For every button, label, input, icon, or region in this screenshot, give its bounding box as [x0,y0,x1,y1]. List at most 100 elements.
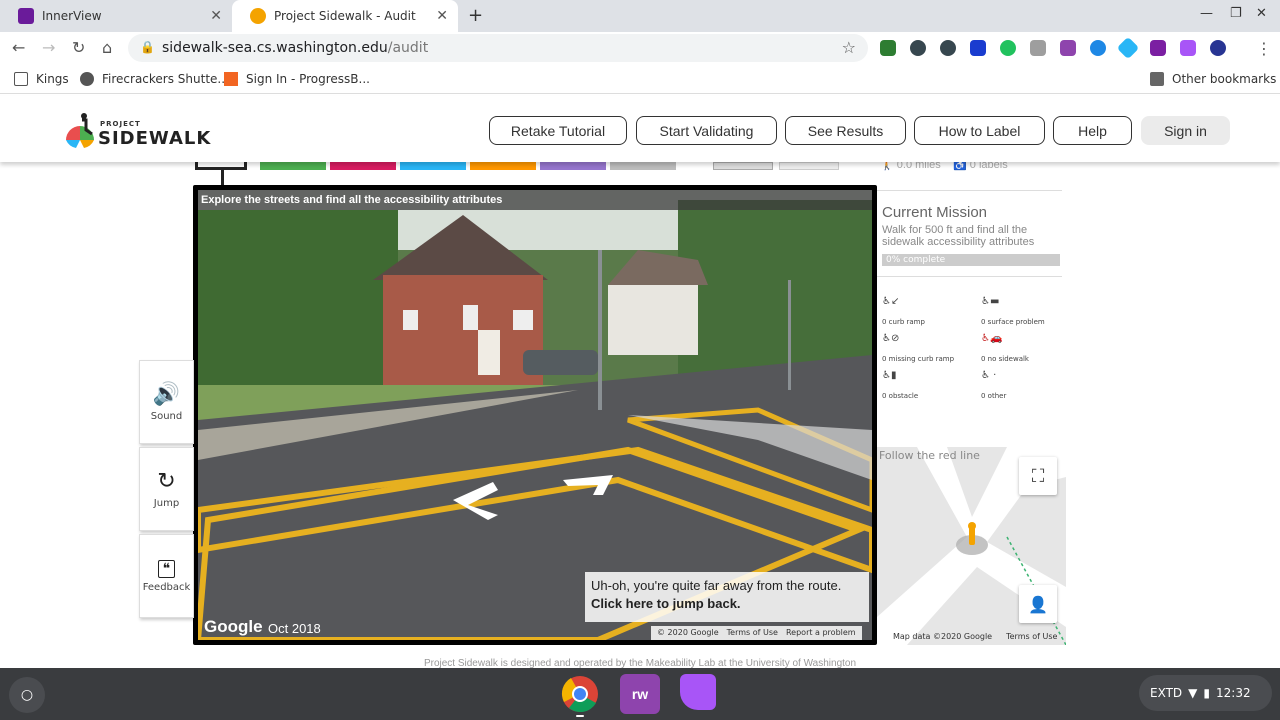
clock: 12:32 [1216,686,1251,700]
extension-icon[interactable] [1150,40,1166,56]
map-data-text: Map data ©2020 Google [893,632,993,641]
mission-title: Current Mission [882,204,988,221]
extension-icon[interactable] [1090,40,1106,56]
minimize-icon[interactable]: — [1200,6,1213,21]
feedback-icon: ❝ [157,559,176,578]
back-icon[interactable]: ← [12,38,25,57]
jump-back-link[interactable]: Click here to jump back. [591,596,863,611]
feedback-button[interactable]: ❝ Feedback [139,534,194,618]
readwrite-app-icon[interactable]: rw [620,674,660,714]
retake-tutorial-button[interactable]: Retake Tutorial [489,116,627,145]
new-tab-icon[interactable]: + [468,5,483,26]
pano-footer: © 2020 Google Terms of Use Report a prob… [651,626,862,640]
count-text: 0 curb ramp [882,318,925,326]
label-count-surface-problem: ♿▬ 0 surface problem [981,296,1045,326]
address-bar[interactable]: 🔒 sidewalk-sea.cs.washington.edu/audit ☆ [128,34,868,62]
pegman-icon[interactable]: 👤 [1019,585,1057,623]
system-tray[interactable]: EXTD ▼ ▮ 12:32 [1139,675,1272,711]
innerview-favicon-icon [18,8,34,24]
jump-button[interactable]: ↻ Jump [139,447,194,531]
count-text: 0 surface problem [981,318,1045,326]
minimap[interactable]: Follow the red line ⛶ 👤 Map data ©2020 G… [877,447,1066,645]
project-sidewalk-logo[interactable]: PROJECT SIDEWALK [62,110,222,150]
bookmark-other[interactable]: Other bookmarks [1150,72,1276,86]
count-text: 0 obstacle [882,392,919,400]
zoom-in-button[interactable] [713,162,773,170]
tab-project-sidewalk[interactable]: Project Sidewalk - Audit ✕ [232,0,458,32]
sidewalk-logo-icon [66,113,94,148]
launcher-icon[interactable]: ○ [9,677,45,713]
extension-icon[interactable] [910,40,926,56]
url-host: sidewalk-sea.cs.washington.edu [162,40,388,56]
label-tool-missing-curb-ramp[interactable] [330,162,396,170]
label-tool-no-sidewalk[interactable] [540,162,606,170]
reload-icon[interactable]: ↻ [72,38,85,57]
feedback-label: Feedback [142,581,191,593]
sound-button[interactable]: 🔊 Sound [139,360,194,444]
extension-icon[interactable] [1116,36,1140,60]
chrome-app-icon[interactable] [560,674,600,714]
start-validating-button[interactable]: Start Validating [636,116,777,145]
bird-app-icon[interactable] [680,674,720,714]
extension-icon[interactable] [940,40,956,56]
forward-icon[interactable]: → [42,38,55,57]
see-results-button[interactable]: See Results [785,116,906,145]
terms-link[interactable]: Terms of Use [727,628,778,638]
extension-icon[interactable] [970,40,986,56]
fullscreen-icon[interactable]: ⛶ [1019,457,1057,495]
close-tab-icon[interactable]: ✕ [436,8,448,24]
jump-icon: ↻ [157,469,176,494]
site-header: PROJECT SIDEWALK Retake Tutorial Start V… [0,96,1280,162]
panorama-view[interactable]: Explore the streets and find all the acc… [198,190,872,640]
count-text: 0 no sidewalk [981,355,1029,363]
browser-tab-strip: InnerView ✕ Project Sidewalk - Audit ✕ +… [0,0,1280,32]
label-count-obstacle: ♿▮ 0 obstacle [882,370,918,400]
mission-progress-bar: 0% complete [882,254,1060,266]
lock-icon: 🔒 [140,40,155,54]
home-icon[interactable]: ⌂ [102,38,112,57]
extension-icon[interactable] [1180,40,1196,56]
menu-icon[interactable]: ⋮ [1256,39,1272,58]
label-tool-obstacle[interactable] [400,162,466,170]
extension-icon[interactable] [880,40,896,56]
surface-problem-icon: ♿▬ [981,296,1000,307]
tab-innerview[interactable]: InnerView ✕ [0,0,232,32]
bookmark-kings[interactable]: Kings [14,72,69,86]
bookmark-label: Kings [36,72,69,86]
how-to-label-button[interactable]: How to Label [914,116,1045,145]
other-icon: ♿ · [981,370,997,381]
progressbook-icon [224,72,238,86]
warning-text: Uh-oh, you're quite far away from the ro… [591,578,842,593]
display-mode-text: EXTD [1150,686,1183,700]
extension-icon[interactable] [1030,40,1046,56]
bookmark-star-icon[interactable]: ☆ [842,38,856,57]
far-from-route-notice[interactable]: Uh-oh, you're quite far away from the ro… [585,572,869,622]
map-terms-link[interactable]: Terms of Use [1006,632,1057,641]
bookmark-label: Firecrackers Shutte... [102,72,229,86]
label-tool-other[interactable] [610,162,676,170]
label-tool-curb-ramp[interactable] [260,162,326,170]
restore-icon[interactable]: ❐ [1230,6,1242,21]
zoom-out-button[interactable] [779,162,839,170]
extension-icon[interactable] [1000,40,1016,56]
close-window-icon[interactable]: ✕ [1256,6,1267,21]
mode-switch-stem [221,170,224,185]
active-app-indicator [576,715,584,717]
apps-icon [14,72,28,86]
bookmark-label: Sign In - ProgressB... [246,72,370,86]
label-tool-surface-problem[interactable] [470,162,536,170]
bookmark-firecrackers[interactable]: Firecrackers Shutte... [80,72,229,86]
browser-toolbar: ← → ↻ ⌂ 🔒 sidewalk-sea.cs.washington.edu… [0,32,1280,64]
sign-in-button[interactable]: Sign in [1141,116,1230,145]
extension-icon[interactable] [1060,40,1076,56]
minimap-footer: Map data ©2020 Google Terms of Use [893,632,1057,641]
no-sidewalk-icon: ♿🚗 [981,333,1003,344]
label-count-missing-curb-ramp: ♿⊘ 0 missing curb ramp [882,333,954,363]
extension-icon[interactable] [1210,40,1226,56]
help-button[interactable]: Help [1053,116,1132,145]
close-tab-icon[interactable]: ✕ [210,8,222,24]
bookmark-progressbook[interactable]: Sign In - ProgressB... [224,72,370,86]
puzzle-icon: rw [620,674,660,714]
label-count-other: ♿ · 0 other [981,370,1006,400]
report-problem-link[interactable]: Report a problem [786,628,856,638]
